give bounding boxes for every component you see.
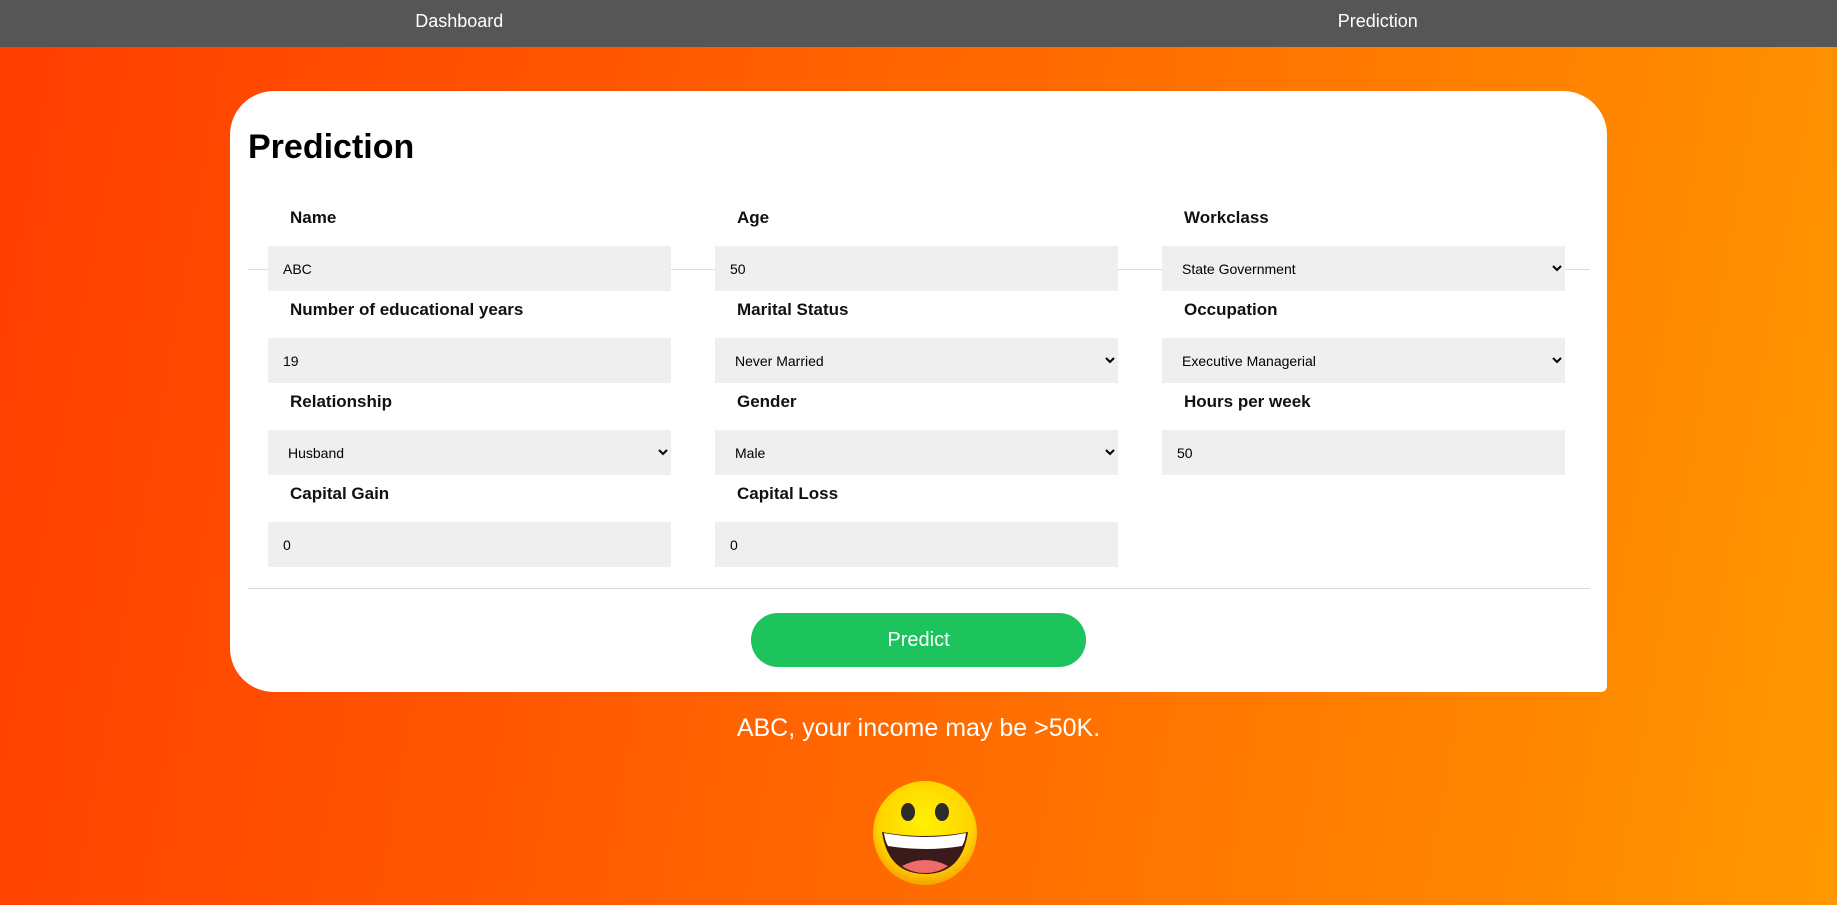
capital-gain-field-group: Capital Gain	[268, 480, 671, 567]
workclass-select[interactable]: State Government	[1162, 246, 1565, 291]
prediction-result: ABC, your income may be >50K.	[736, 714, 1101, 742]
workclass-label: Workclass	[1184, 208, 1269, 227]
marital-label: Marital Status	[737, 300, 849, 319]
education-label: Number of educational years	[290, 300, 524, 319]
gender-label: Gender	[737, 392, 797, 411]
age-input[interactable]	[715, 246, 1118, 291]
gender-select[interactable]: Male	[715, 430, 1118, 475]
nav-prediction-link[interactable]: Prediction	[919, 0, 1837, 47]
name-label: Name	[290, 208, 337, 227]
relationship-label: Relationship	[290, 392, 393, 411]
education-input[interactable]	[268, 338, 671, 383]
top-nav: Dashboard Prediction	[0, 0, 1837, 47]
hours-field-group: Hours per week	[1162, 388, 1565, 475]
gender-field-group: Gender Male	[715, 388, 1118, 475]
hours-label: Hours per week	[1184, 392, 1311, 411]
grinning-face-icon	[873, 781, 977, 885]
age-field-group: Age	[715, 204, 1118, 291]
capital-gain-label: Capital Gain	[290, 484, 390, 503]
marital-status-select[interactable]: Never Married	[715, 338, 1118, 383]
occupation-field-group: Occupation Executive Managerial	[1162, 296, 1565, 383]
page-title: Prediction	[248, 128, 415, 166]
relationship-select[interactable]: Husband	[268, 430, 671, 475]
occupation-label: Occupation	[1184, 300, 1278, 319]
capital-gain-input[interactable]	[268, 522, 671, 567]
nav-dashboard-link[interactable]: Dashboard	[0, 0, 919, 47]
predict-button[interactable]: Predict	[751, 613, 1086, 667]
capital-loss-label: Capital Loss	[737, 484, 839, 503]
marital-field-group: Marital Status Never Married	[715, 296, 1118, 383]
education-field-group: Number of educational years	[268, 296, 671, 383]
workclass-field-group: Workclass State Government	[1162, 204, 1565, 291]
occupation-select[interactable]: Executive Managerial	[1162, 338, 1565, 383]
relationship-field-group: Relationship Husband	[268, 388, 671, 475]
name-field-group: Name	[268, 204, 671, 291]
age-label: Age	[737, 208, 770, 227]
bottom-divider	[248, 588, 1590, 589]
capital-loss-input[interactable]	[715, 522, 1118, 567]
prediction-card: Prediction Name Age Workclass State Gove…	[230, 91, 1607, 692]
name-input[interactable]	[268, 246, 671, 291]
hours-per-week-input[interactable]	[1162, 430, 1565, 475]
capital-loss-field-group: Capital Loss	[715, 480, 1118, 567]
